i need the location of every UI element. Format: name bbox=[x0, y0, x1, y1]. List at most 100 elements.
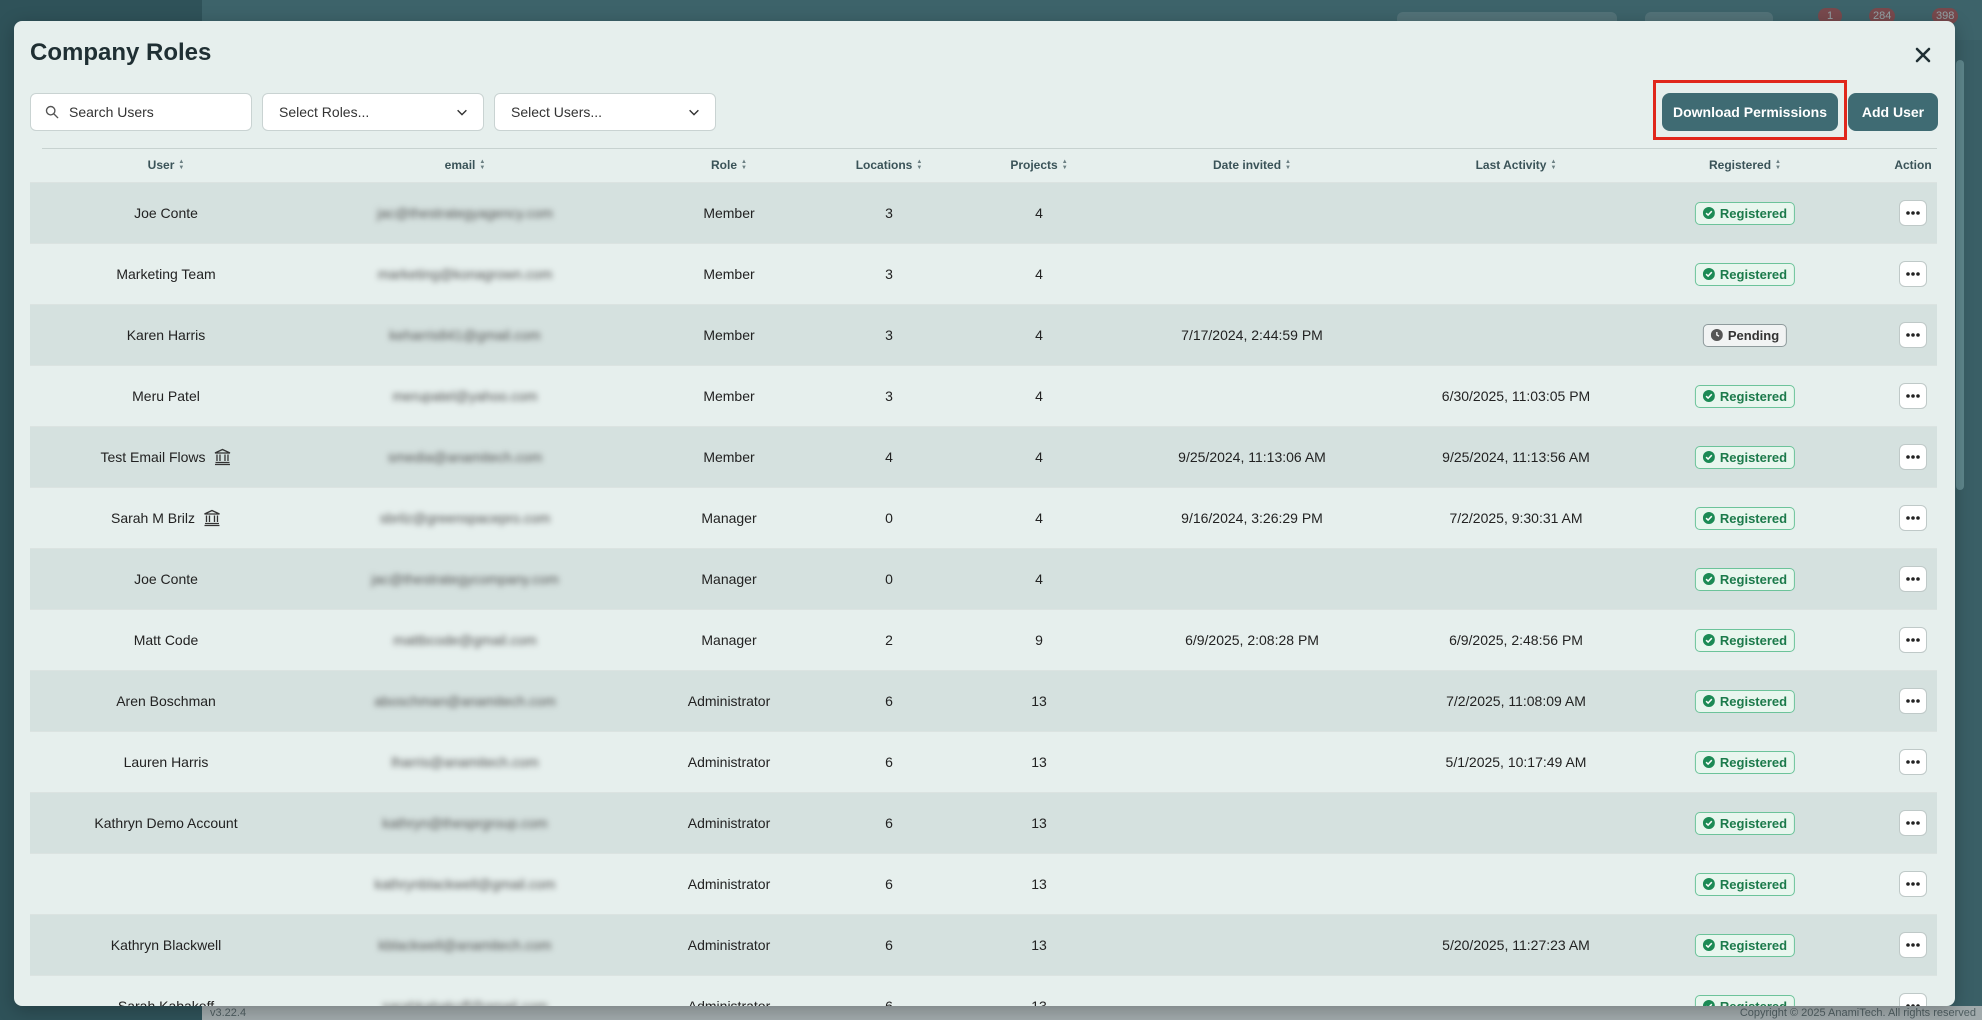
row-actions-button[interactable] bbox=[1899, 810, 1927, 836]
cell-last-activity: 5/1/2025, 10:17:49 AM bbox=[1446, 732, 1587, 792]
download-permissions-button[interactable]: Download Permissions bbox=[1662, 93, 1838, 131]
header-last-activity[interactable]: Last Activity ▲ ▼ bbox=[1476, 149, 1557, 181]
row-actions-button[interactable] bbox=[1899, 444, 1927, 470]
status-badge: Registered bbox=[1694, 201, 1796, 225]
sort-icon[interactable]: ▲ ▼ bbox=[916, 159, 922, 171]
cell-projects: 4 bbox=[1035, 488, 1043, 548]
action-cell bbox=[1899, 732, 1927, 792]
cell-last-activity: 7/2/2025, 9:30:31 AM bbox=[1449, 488, 1582, 548]
sort-icon[interactable]: ▲ ▼ bbox=[1775, 159, 1781, 171]
cell-projects: 4 bbox=[1035, 549, 1043, 609]
status-badge: Registered bbox=[1694, 445, 1796, 469]
projects-text: 4 bbox=[1035, 449, 1043, 465]
check-circle-icon bbox=[1702, 207, 1715, 219]
status-label: Registered bbox=[1719, 998, 1788, 1007]
cell-projects: 13 bbox=[1031, 671, 1047, 731]
status-cell: Pending bbox=[1702, 305, 1788, 365]
status-cell: Registered bbox=[1694, 610, 1796, 670]
action-cell bbox=[1899, 427, 1927, 487]
status-badge: Registered bbox=[1694, 750, 1796, 774]
cell-projects: 4 bbox=[1035, 244, 1043, 304]
cell-email: mattbcode@gmail.com bbox=[393, 610, 536, 670]
locations-text: 3 bbox=[885, 205, 893, 221]
header-role[interactable]: Role ▲ ▼ bbox=[711, 149, 747, 181]
row-actions-button[interactable] bbox=[1899, 383, 1927, 409]
row-actions-button[interactable] bbox=[1899, 932, 1927, 958]
projects-text: 13 bbox=[1031, 998, 1047, 1006]
header-locations[interactable]: Locations ▲ ▼ bbox=[856, 149, 923, 181]
cell-projects: 4 bbox=[1035, 366, 1043, 426]
check-circle-icon bbox=[1702, 939, 1715, 951]
row-actions-button[interactable] bbox=[1899, 261, 1927, 287]
header-date-invited[interactable]: Date invited ▲ ▼ bbox=[1213, 149, 1291, 181]
column-label: User bbox=[147, 158, 175, 172]
cell-email: sbrilz@greenspacepro.com bbox=[380, 488, 551, 548]
action-cell bbox=[1899, 549, 1927, 609]
sort-icon[interactable]: ▲ ▼ bbox=[178, 159, 184, 171]
cell-locations: 0 bbox=[885, 488, 893, 548]
cell-user: Sarah Kabakoff bbox=[118, 976, 214, 1006]
email-text: keharris841@gmail.com bbox=[389, 327, 541, 343]
sort-icon[interactable]: ▲ ▼ bbox=[1285, 159, 1291, 171]
chevron-down-icon bbox=[457, 109, 467, 116]
cell-role: Member bbox=[703, 427, 754, 487]
close-icon bbox=[1915, 47, 1931, 63]
role-text: Administrator bbox=[687, 998, 771, 1006]
page-scrollbar[interactable] bbox=[1956, 60, 1964, 490]
column-label: Registered bbox=[1709, 158, 1772, 172]
select-users-dropdown[interactable]: Select Users... bbox=[494, 93, 716, 131]
cell-last-activity: 9/25/2024, 11:13:56 AM bbox=[1442, 427, 1590, 487]
sort-icon[interactable]: ▲ ▼ bbox=[741, 159, 747, 171]
status-badge: Registered bbox=[1694, 506, 1796, 530]
header-projects[interactable]: Projects ▲ ▼ bbox=[1010, 149, 1067, 181]
search-users-field[interactable] bbox=[30, 93, 252, 131]
last-activity-text: 7/2/2025, 9:30:31 AM bbox=[1449, 510, 1583, 526]
locations-text: 2 bbox=[885, 632, 893, 648]
row-actions-button[interactable] bbox=[1899, 200, 1927, 226]
status-label: Registered bbox=[1719, 876, 1788, 892]
row-actions-button[interactable] bbox=[1899, 993, 1927, 1006]
cell-date-invited: 9/16/2024, 3:26:29 PM bbox=[1181, 488, 1323, 548]
cell-last-activity: 6/9/2025, 2:48:56 PM bbox=[1449, 610, 1583, 670]
select-roles-label: Select Roles... bbox=[279, 104, 370, 120]
role-text: Manager bbox=[701, 510, 757, 526]
projects-text: 4 bbox=[1035, 327, 1043, 343]
header-email[interactable]: email ▲ ▼ bbox=[445, 149, 486, 181]
search-users-input[interactable] bbox=[67, 103, 241, 121]
table-row: Matt Code mattbcode@gmail.com Manager 2 9 6/9… bbox=[30, 609, 1937, 670]
cell-email: marketing@konagrown.com bbox=[378, 244, 553, 304]
user-text: Matt Code bbox=[133, 632, 199, 648]
status-badge: Registered bbox=[1694, 262, 1796, 286]
row-actions-button[interactable] bbox=[1899, 871, 1927, 897]
status-cell: Registered bbox=[1694, 183, 1796, 243]
row-actions-button[interactable] bbox=[1899, 566, 1927, 592]
select-roles-dropdown[interactable]: Select Roles... bbox=[262, 93, 484, 131]
sort-icon[interactable]: ▲ ▼ bbox=[1062, 159, 1068, 171]
header-registered[interactable]: Registered ▲ ▼ bbox=[1709, 149, 1781, 181]
cell-locations: 6 bbox=[885, 854, 893, 914]
sort-icon[interactable]: ▲ ▼ bbox=[479, 159, 485, 171]
row-actions-button[interactable] bbox=[1899, 322, 1927, 348]
status-label: Pending bbox=[1727, 327, 1780, 343]
locations-text: 6 bbox=[885, 998, 893, 1006]
add-user-button[interactable]: Add User bbox=[1848, 93, 1938, 131]
row-actions-button[interactable] bbox=[1899, 627, 1927, 653]
row-actions-button[interactable] bbox=[1899, 749, 1927, 775]
company-roles-modal: Company Roles Select Roles... Select Use… bbox=[14, 21, 1955, 1006]
table-row: Joe Conte jac@thestrategyagency.com Member… bbox=[30, 182, 1937, 243]
close-button[interactable] bbox=[1911, 43, 1935, 67]
cell-locations: 4 bbox=[885, 427, 893, 487]
sort-icon[interactable]: ▲ ▼ bbox=[1550, 159, 1556, 171]
row-actions-button[interactable] bbox=[1899, 688, 1927, 714]
bank-icon bbox=[214, 448, 231, 466]
row-actions-button[interactable] bbox=[1899, 505, 1927, 531]
cell-role: Administrator bbox=[688, 732, 770, 792]
status-badge: Registered bbox=[1694, 384, 1796, 408]
header-user[interactable]: User ▲ ▼ bbox=[148, 149, 185, 181]
status-cell: Registered bbox=[1694, 854, 1796, 914]
cell-user: Matt Code bbox=[134, 610, 199, 670]
status-badge: Registered bbox=[1694, 994, 1796, 1007]
status-cell: Registered bbox=[1694, 366, 1796, 426]
user-text: Lauren Harris bbox=[123, 754, 209, 770]
date-invited-text: 7/17/2024, 2:44:59 PM bbox=[1181, 327, 1323, 343]
